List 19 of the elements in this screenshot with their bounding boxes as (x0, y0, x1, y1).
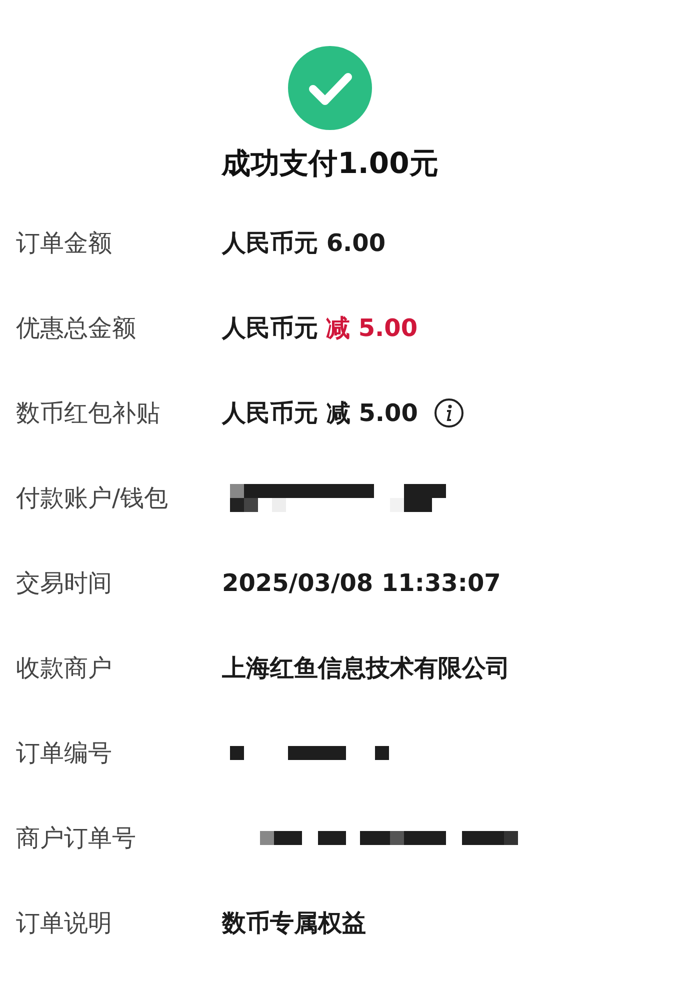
field-label: 付款账户/钱包 (16, 482, 170, 514)
field-value: 人民币元 6.00 (222, 228, 386, 258)
field-label: 数币红包补贴 (16, 398, 161, 428)
field-value: 数币专属权益 (222, 908, 366, 938)
field-label: 优惠总金额 (16, 312, 137, 344)
field-label: 收款商户 (16, 652, 113, 684)
discount-amount: 减 5.00 (326, 312, 418, 344)
field-value: 人民币元 减 5.00 (222, 398, 418, 428)
field-value: 上海红鱼信息技术有限公司 (222, 652, 510, 684)
info-icon[interactable] (434, 398, 464, 428)
payment-status-title: 成功支付1.00元 (222, 145, 438, 182)
field-value: 人民币元 (222, 312, 318, 344)
field-label: 订单编号 (16, 738, 113, 768)
field-label: 交易时间 (16, 568, 113, 598)
field-label: 订单说明 (16, 908, 113, 938)
success-check-icon (288, 46, 372, 130)
field-value: 2025/03/08 11:33:07 (222, 568, 501, 596)
field-label: 订单金额 (16, 228, 113, 258)
field-label: 商户订单号 (16, 822, 137, 854)
